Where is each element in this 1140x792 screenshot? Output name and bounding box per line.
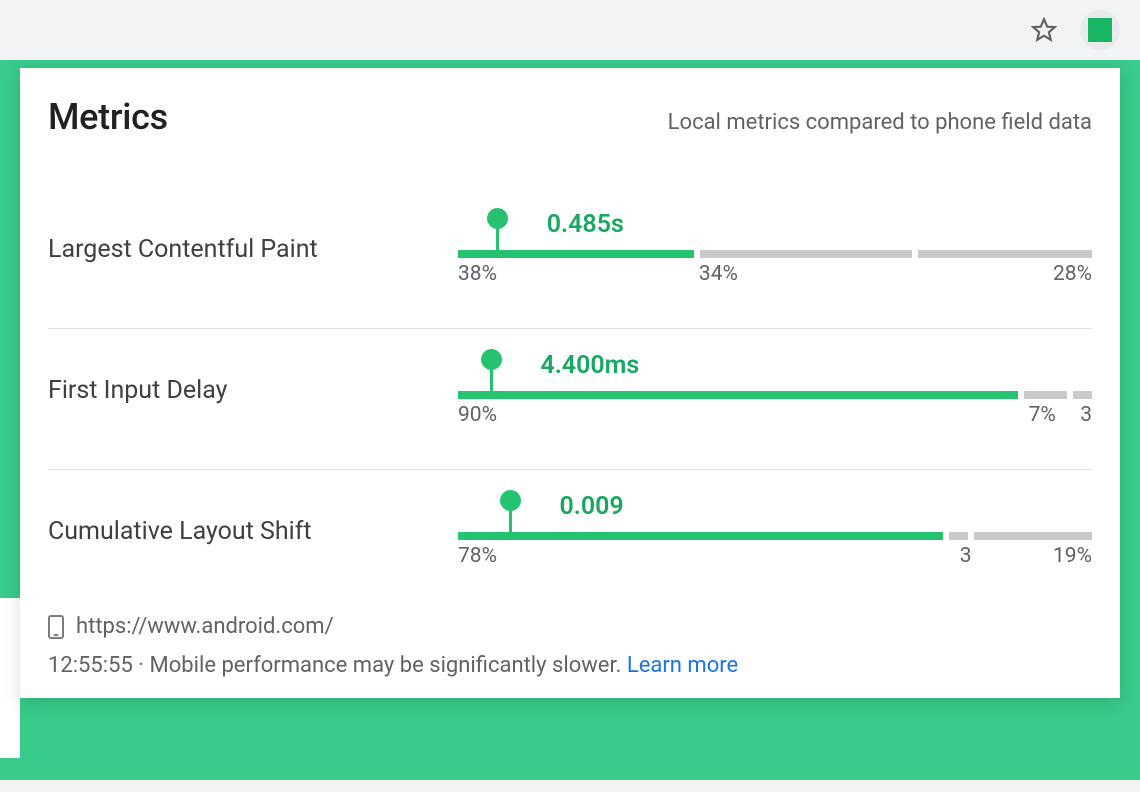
segment-label: 3 xyxy=(960,544,972,568)
distribution-bar xyxy=(458,532,1092,540)
metric-row: First Input Delay 4.400ms 90% 7% 3 xyxy=(48,329,1092,470)
metric-name: Cumulative Layout Shift xyxy=(48,517,458,546)
bar-segment-good xyxy=(458,532,943,540)
distribution-bar xyxy=(458,250,1092,258)
bar-segment-mid xyxy=(949,532,968,540)
bar-segment-good xyxy=(458,250,694,258)
segment-label: 7% xyxy=(1029,403,1056,427)
bar-labels: 90% 7% 3 xyxy=(458,403,1092,427)
metric-name: First Input Delay xyxy=(48,376,458,405)
panel-subtitle: Local metrics compared to phone field da… xyxy=(668,110,1092,135)
distribution-bar xyxy=(458,391,1092,399)
metric-value: 4.400ms xyxy=(540,351,639,380)
metric-value: 0.485s xyxy=(547,210,624,239)
learn-more-link[interactable]: Learn more xyxy=(627,653,738,678)
panel-title: Metrics xyxy=(48,96,168,138)
bar-segment-poor xyxy=(1073,391,1092,399)
footer-message-line: 12:55:55 · Mobile performance may be sig… xyxy=(48,653,1092,678)
metric-chart: 0.485s38%34%28% xyxy=(458,214,1092,284)
metric-row: Largest Contentful Paint 0.485s 38% 34% 28% xyxy=(48,188,1092,329)
bar-segment-poor xyxy=(974,532,1092,540)
bookmark-star-icon[interactable] xyxy=(1030,16,1058,44)
bar-segment-mid xyxy=(1024,391,1068,399)
segment-label: 19% xyxy=(1053,544,1092,568)
panel-footer: https://www.android.com/ 12:55:55 · Mobi… xyxy=(48,614,1092,678)
segment-label: 28% xyxy=(1053,262,1092,286)
segment-label: 78% xyxy=(458,544,497,568)
extension-badge[interactable] xyxy=(1080,10,1120,50)
footer-timestamp: 12:55:55 xyxy=(48,653,133,678)
footer-url: https://www.android.com/ xyxy=(76,614,334,639)
bar-segment-mid xyxy=(700,250,911,258)
bar-labels: 78% 3 19% xyxy=(458,544,1092,568)
page-background-overlay xyxy=(0,598,20,758)
segment-label: 90% xyxy=(458,403,497,427)
extension-status-icon xyxy=(1088,18,1112,42)
footer-separator: · xyxy=(133,653,150,678)
panel-header: Metrics Local metrics compared to phone … xyxy=(48,96,1092,138)
bar-segment-good xyxy=(458,391,1018,399)
metric-value: 0.009 xyxy=(559,492,623,521)
footer-message: Mobile performance may be significantly … xyxy=(150,653,627,678)
bar-labels: 38% 34% 28% xyxy=(458,262,1092,286)
bar-segment-poor xyxy=(918,250,1092,258)
segment-label: 34% xyxy=(699,262,738,286)
metric-chart: 0.00978%319% xyxy=(458,496,1092,566)
phone-icon xyxy=(48,615,64,639)
segment-label: 38% xyxy=(458,262,497,286)
metrics-panel: Metrics Local metrics compared to phone … xyxy=(20,68,1120,698)
segment-label: 3 xyxy=(1080,403,1092,427)
metric-name: Largest Contentful Paint xyxy=(48,235,458,264)
metric-chart: 4.400ms90%7%3 xyxy=(458,355,1092,425)
metric-row: Cumulative Layout Shift 0.009 78% 3 19% xyxy=(48,470,1092,610)
footer-url-row: https://www.android.com/ xyxy=(48,614,1092,639)
browser-toolbar xyxy=(0,0,1140,60)
